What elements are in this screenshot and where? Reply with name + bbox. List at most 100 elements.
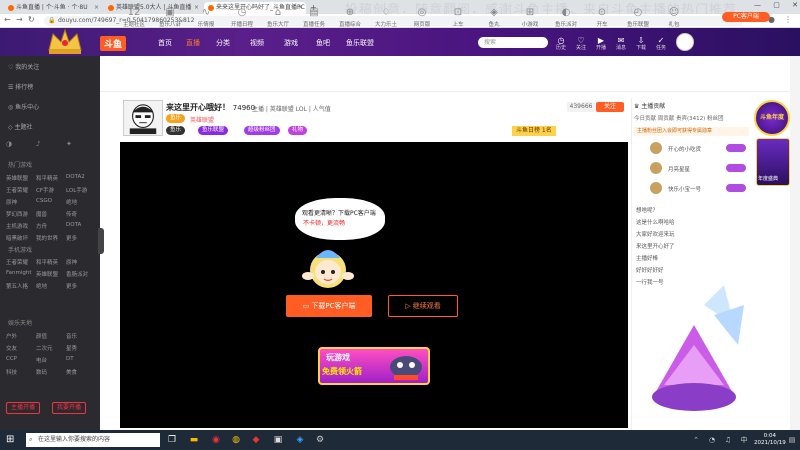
reload-icon[interactable]: ↻ <box>28 15 35 24</box>
nav-home[interactable]: 首页 <box>158 38 172 48</box>
sidebar-grid-item[interactable]: 传奇 <box>66 210 77 218</box>
room-tag[interactable]: 超级粉丝团 <box>244 126 280 135</box>
task-view-icon[interactable]: ❐ <box>166 434 178 446</box>
sidebar-grid-item[interactable]: 数码 <box>36 368 47 376</box>
history-icon[interactable]: ◷ 历史 <box>553 36 569 51</box>
close-window-button[interactable]: ✕ <box>792 1 798 9</box>
download-client-button[interactable]: ▭ 下载PC客户端 <box>286 295 372 317</box>
nav-live[interactable]: 直播 <box>186 38 200 48</box>
annual-badge[interactable]: 斗鱼年度 <box>754 100 790 136</box>
sidebar-grid-item[interactable]: 二次元 <box>36 344 53 352</box>
minimize-button[interactable]: — <box>754 1 761 9</box>
mic-icon[interactable]: ♪ <box>36 140 40 148</box>
sidebar-grid-item[interactable]: 美食 <box>66 368 77 376</box>
room-category[interactable]: 英雄联盟 <box>190 115 214 124</box>
site-logo[interactable]: 斗鱼 <box>100 36 127 51</box>
sidebar-grid-item[interactable]: 颜值 <box>36 332 47 340</box>
streamer-avatar[interactable] <box>123 100 163 136</box>
category-item[interactable]: ◷ 开播日程 <box>228 6 256 28</box>
sidebar-grid-item[interactable]: CF手游 <box>36 186 54 194</box>
network-icon[interactable]: ◔ <box>706 434 718 446</box>
sidebar-grid-item[interactable]: DOTA <box>66 222 81 228</box>
room-tag[interactable]: 礼物 <box>288 126 308 135</box>
sidebar-grid-item[interactable]: DOTA2 <box>66 174 85 180</box>
ime-icon[interactable]: 中 <box>738 434 750 446</box>
star-icon[interactable]: ✦ <box>66 140 72 148</box>
sidebar-grid-item[interactable]: CSGO <box>36 198 52 204</box>
nav-game[interactable]: 游戏 <box>284 38 298 48</box>
vip-avatar[interactable] <box>650 162 662 174</box>
sidebar-grid-item[interactable]: 科技 <box>6 368 17 376</box>
contribution-tabs[interactable]: 今日贡献 周贡献 贵宾(3412) 粉丝团 <box>634 114 724 122</box>
room-tag[interactable]: 鱼乐联盟 <box>198 126 229 135</box>
sidebar-grid-item[interactable]: 和平精英 <box>36 174 58 182</box>
sidebar-grid-item[interactable]: LOL手游 <box>66 186 87 194</box>
sidebar-grid-item[interactable]: 方舟 <box>36 222 47 230</box>
sidebar-grid-item[interactable]: 魔兽 <box>36 210 47 218</box>
sidebar-grid-item[interactable]: 原神 <box>66 258 77 266</box>
sidebar-grid-item[interactable]: 原神 <box>6 198 17 206</box>
app-icon[interactable]: ◆ <box>250 434 262 446</box>
close-icon[interactable]: × <box>94 2 99 14</box>
sidebar-grid-item[interactable]: 星秀 <box>66 344 77 352</box>
sidebar-grid-item[interactable]: 和平精英 <box>36 258 58 266</box>
windows-start-icon[interactable]: ⊞ <box>6 434 14 445</box>
gamepad-icon[interactable]: ◑ <box>6 140 12 148</box>
vip-name[interactable]: 开心的小吃货 <box>668 145 701 153</box>
pc-client-button[interactable]: PC客户端 <box>722 12 770 22</box>
sidebar-grid-item[interactable]: 更多 <box>66 234 77 242</box>
sidebar-grid-item[interactable]: 英雄联盟 <box>6 174 28 182</box>
page-scrollbar[interactable] <box>790 56 800 430</box>
sidebar-grid-item[interactable]: 我的世界 <box>36 234 58 242</box>
sidebar-grid-item[interactable]: 绝地 <box>36 282 47 290</box>
sidebar-grid-item[interactable]: 第五人格 <box>6 282 28 290</box>
category-item[interactable]: ∿ 乐情报 <box>192 6 220 28</box>
category-item[interactable]: ⊙ 开车 <box>588 6 616 28</box>
netease-music-icon[interactable]: ◉ <box>210 434 222 446</box>
category-item[interactable]: ♢ 大力乐土 <box>372 6 400 28</box>
sidebar-grid-item[interactable]: DT <box>66 356 74 362</box>
sidebar-grid-item[interactable]: 暗黑破坏 <box>6 234 28 242</box>
go-live-button[interactable]: 我要开播 <box>52 402 87 414</box>
sidebar-grid-item[interactable]: 户外 <box>6 332 17 340</box>
broadcast-icon[interactable]: ▶ 开播 <box>593 36 609 51</box>
taskbar-clock[interactable]: 0:04 2021/10/19 <box>754 433 786 447</box>
steam-icon[interactable]: ⚙ <box>314 434 326 446</box>
taskbar-search-input[interactable]: ⌕ 在这里输入你要搜索的内容 <box>26 433 160 447</box>
category-item[interactable]: 12 主题社区 <box>120 6 148 28</box>
browser-tab[interactable]: 斗鱼直播 | 个·斗鱼 · 个·8U × <box>4 2 102 14</box>
nav-bar[interactable]: 鱼吧 <box>316 38 330 48</box>
category-item[interactable]: ⊡ 上车 <box>444 6 472 28</box>
site-search-input[interactable]: 搜索 <box>478 37 548 48</box>
app-icon[interactable]: ◈ <box>294 434 306 446</box>
sidebar-grid-item[interactable]: 英雄联盟 <box>36 270 58 278</box>
volume-icon[interactable]: ♫ <box>722 434 734 446</box>
sidebar-item-follow[interactable]: ♡ 我的关注 <box>8 62 39 71</box>
video-player[interactable] <box>120 142 628 428</box>
sidebar-item-rank[interactable]: ☰ 排行榜 <box>8 82 33 91</box>
vip-name[interactable]: 快乐小宝一号 <box>668 185 701 193</box>
category-item[interactable]: ◴ 鱼乐联盟 <box>624 6 652 28</box>
download-icon[interactable]: ⇩ 下载 <box>633 36 649 51</box>
category-item[interactable]: ▣ 鱼乐八卦 <box>156 6 184 28</box>
continue-watch-button[interactable]: ▷ 继续观看 <box>388 295 458 317</box>
sidebar-item-theme[interactable]: ◇ 主题社 <box>8 122 33 131</box>
category-item[interactable]: ◐ 鱼乐派对 <box>552 6 580 28</box>
start-stream-button[interactable]: 主播开播 <box>6 402 41 414</box>
sidebar-grid-item[interactable]: 交友 <box>6 344 17 352</box>
sidebar-collapse-handle[interactable] <box>98 228 104 254</box>
sidebar-grid-item[interactable]: CCP <box>6 356 17 362</box>
nav-video[interactable]: 视频 <box>250 38 264 48</box>
sidebar-grid-item[interactable]: 梦幻西游 <box>6 210 28 218</box>
vip-name[interactable]: 月亮星星 <box>668 165 690 173</box>
message-icon[interactable]: ✉ 消息 <box>613 36 629 51</box>
sidebar-grid-item[interactable]: 音乐 <box>66 332 77 340</box>
category-item[interactable]: ◎ 网页版 <box>408 6 436 28</box>
follow-icon[interactable]: ♡ 关注 <box>573 36 589 51</box>
nav-league[interactable]: 鱼乐联盟 <box>346 38 374 48</box>
task-icon[interactable]: ✓ 任务 <box>653 36 669 51</box>
rank-badge[interactable]: 斗鱼日榜 1名 <box>512 126 556 136</box>
maximize-button[interactable]: ▢ <box>773 1 780 9</box>
vip-avatar[interactable] <box>650 182 662 194</box>
back-icon[interactable]: ← <box>4 15 11 24</box>
